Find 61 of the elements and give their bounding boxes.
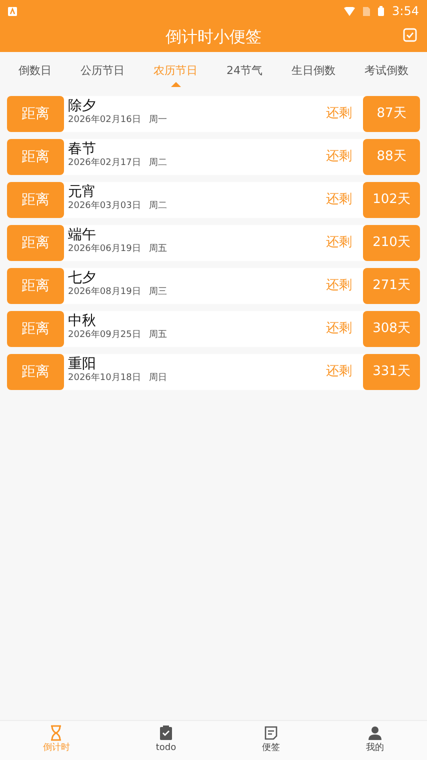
note-icon [263,725,280,742]
holiday-date: 2026年03月03日 [68,200,141,212]
holiday-date: 2026年08月19日 [68,286,141,298]
holiday-name: 除夕 [68,98,97,114]
distance-label: 距离 [7,354,64,390]
caret-icon [170,82,180,87]
category-tab[interactable]: 24节气 [226,52,262,90]
weekday-text: 周日 [148,372,167,384]
distance-label: 距离 [7,182,64,218]
weekday-text: 周五 [148,330,167,341]
checkbox-icon[interactable] [403,28,417,42]
remaining-label: 还剩 [326,191,352,210]
holiday-name: 中秋 [68,313,97,330]
distance-label: 距离 [7,268,64,304]
remaining-label: 还剩 [326,277,352,296]
holiday-date: 2026年02月16日 [68,114,141,126]
days-count: 88天 [363,139,420,175]
category-tab[interactable]: 公历节日 [80,52,124,90]
holiday-date: 2026年09月25日 [68,330,141,341]
sim-icon [363,6,370,16]
category-tab[interactable]: 生日倒数 [292,52,336,90]
remaining-label: 还剩 [326,363,352,382]
remaining-label: 还剩 [326,234,352,252]
holiday-name: 端午 [68,227,97,244]
days-count: 210天 [363,225,420,261]
holiday-date: 2026年02月17日 [68,158,141,169]
days-count: 102天 [363,182,420,218]
distance-label: 距离 [7,311,64,347]
days-count: 87天 [363,96,420,132]
days-count: 331天 [363,354,420,390]
category-tab[interactable]: 考试倒数 [364,52,408,90]
holiday-date: 2026年06月19日 [68,244,141,255]
holiday-date: 2026年10月18日 [68,372,141,384]
weekday-text: 周二 [148,200,167,212]
nav-tab[interactable]: todo [156,725,176,756]
wifi-icon [344,6,356,16]
clipboard-icon [158,725,174,742]
remaining-label: 还剩 [326,320,352,338]
category-tab[interactable]: 倒数日 [18,52,52,90]
days-count: 308天 [363,311,420,347]
distance-label: 距离 [7,96,64,132]
days-count: 271天 [363,268,420,304]
battery-icon [378,6,384,16]
remaining-label: 还剩 [326,148,352,166]
holiday-name: 七夕 [68,270,97,286]
app-title: 倒计时小便签 [166,26,262,48]
nav-tab[interactable]: 我的 [366,725,384,756]
nav-tab[interactable]: 便签 [262,725,280,756]
notification-icon [8,6,17,16]
weekday-text: 周三 [148,286,167,298]
person-icon [366,725,383,742]
weekday-text: 周五 [148,244,167,255]
weekday-text: 周二 [148,158,167,169]
holiday-name: 重阳 [68,356,97,372]
distance-label: 距离 [7,139,64,175]
holiday-name: 春节 [68,141,97,158]
distance-label: 距离 [7,225,64,261]
remaining-label: 还剩 [326,105,352,124]
clock-time: 3:54 [392,3,419,20]
holiday-name: 元宵 [68,184,97,200]
weekday-text: 周一 [148,114,167,126]
